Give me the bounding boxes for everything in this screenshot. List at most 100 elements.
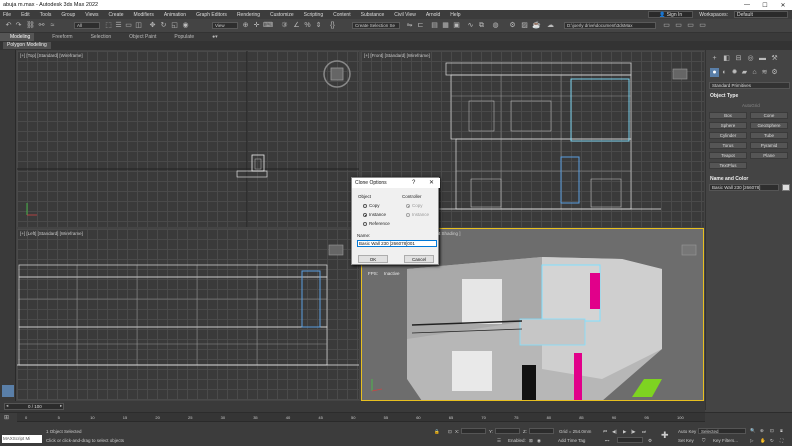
menu-views[interactable]: Views bbox=[85, 12, 98, 18]
selection-filter-dropdown[interactable]: All bbox=[74, 22, 100, 29]
x-coordinate-field[interactable] bbox=[461, 428, 486, 434]
object-color-swatch[interactable] bbox=[782, 184, 790, 191]
place-icon[interactable]: ◉ bbox=[181, 21, 190, 30]
select-object-icon[interactable]: ⬚ bbox=[104, 21, 113, 30]
instance-radio[interactable] bbox=[363, 213, 367, 217]
cone-button[interactable]: Cone bbox=[750, 112, 788, 119]
set-key-button[interactable]: Set Key bbox=[678, 438, 694, 443]
lock-selection-icon[interactable]: 🔒 bbox=[434, 429, 440, 435]
add-time-tag[interactable]: Add Time Tag bbox=[558, 438, 585, 443]
plane-button[interactable]: Plane bbox=[750, 152, 788, 159]
close-button[interactable]: ✕ bbox=[774, 2, 792, 9]
copy-radio[interactable] bbox=[363, 204, 367, 208]
go-to-end-icon[interactable]: ⏭ bbox=[642, 429, 646, 434]
menu-animation[interactable]: Animation bbox=[164, 12, 186, 18]
cylinder-button[interactable]: Cylinder bbox=[709, 132, 747, 139]
systems-icon[interactable]: ⚙ bbox=[770, 68, 779, 77]
mirror-icon[interactable]: ⇋ bbox=[405, 21, 414, 30]
set-key-plus-icon[interactable]: ✚ bbox=[661, 430, 669, 441]
viewport-label-top[interactable]: [+] [Top] [Standard] [Wireframe] bbox=[20, 53, 83, 58]
viewport-label-left[interactable]: [+] [Left] [Standard] [Wireframe] bbox=[20, 231, 83, 236]
maxscript-listener[interactable]: MAXScript Mi bbox=[2, 435, 42, 443]
menu-content[interactable]: Content bbox=[333, 12, 351, 18]
tab-populate[interactable]: Populate bbox=[174, 34, 194, 40]
redo-icon[interactable]: ↷ bbox=[14, 21, 23, 30]
rotate-icon[interactable]: ↻ bbox=[159, 21, 168, 30]
create-tab-icon[interactable]: + bbox=[710, 54, 719, 63]
menu-tools[interactable]: Tools bbox=[40, 12, 52, 18]
menu-substance[interactable]: Substance bbox=[361, 12, 385, 18]
name-color-rollout[interactable]: Name and Color bbox=[710, 176, 748, 182]
pyramid-button[interactable]: Pyramid bbox=[750, 142, 788, 149]
material-editor-icon[interactable]: ◍ bbox=[491, 21, 500, 30]
autogrid-checkbox[interactable]: AutoGrid bbox=[742, 103, 760, 108]
menu-file[interactable]: File bbox=[3, 12, 11, 18]
object-type-rollout[interactable]: Object Type bbox=[710, 93, 738, 99]
menu-customize[interactable]: Customize bbox=[270, 12, 294, 18]
menu-group[interactable]: Group bbox=[61, 12, 75, 18]
key-selection-dropdown[interactable]: Selected bbox=[698, 428, 746, 434]
viewport-label-perspective[interactable]: it Shading ] bbox=[438, 231, 461, 236]
adaptive-degradation-icon[interactable]: ☰ bbox=[497, 438, 501, 444]
reference-radio[interactable] bbox=[363, 222, 367, 226]
prev-key-icon[interactable]: ◀| bbox=[612, 429, 617, 435]
utilities-tab-icon[interactable]: ⚒ bbox=[770, 54, 779, 63]
layer-explorer-icon[interactable]: ▦ bbox=[441, 21, 450, 30]
zoom-all-icon[interactable]: ⊕ bbox=[760, 428, 764, 434]
object-name-field[interactable]: Basic Wall 230 [266078] bbox=[709, 184, 779, 191]
spinner-snap-icon[interactable]: ⇕ bbox=[314, 21, 323, 30]
menu-arnold[interactable]: Arnold bbox=[426, 12, 440, 18]
zoom-icon[interactable]: 🔍 bbox=[750, 428, 756, 434]
next-frame-icon[interactable]: ▸ bbox=[60, 403, 62, 409]
sphere-button[interactable]: Sphere bbox=[709, 122, 747, 129]
mini-curve-editor-icon[interactable]: ⊞ bbox=[4, 414, 9, 421]
edit-named-selection-icon[interactable]: {} bbox=[328, 21, 337, 30]
auto-key-button[interactable]: Auto Key bbox=[678, 429, 696, 434]
maximize-button[interactable]: ☐ bbox=[756, 2, 774, 9]
absolute-mode-icon[interactable]: ⊡ bbox=[448, 429, 452, 435]
play-icon[interactable]: ▶ bbox=[623, 429, 626, 435]
align-icon[interactable]: ⊏ bbox=[416, 21, 425, 30]
viewport-left[interactable]: [+] [Left] [Standard] [Wireframe] bbox=[17, 229, 359, 400]
viewport-label-front[interactable]: [+] [Front] [Standard] [Wireframe] bbox=[364, 53, 430, 58]
render-production-icon[interactable]: ☕ bbox=[532, 21, 541, 30]
percent-snap-icon[interactable]: % bbox=[303, 21, 312, 30]
orbit-icon[interactable]: ↻ bbox=[770, 438, 774, 444]
pivot-center-icon[interactable]: ⊕ bbox=[241, 21, 250, 30]
current-frame-field[interactable] bbox=[617, 437, 643, 443]
snaps-toggle-icon[interactable]: ③ bbox=[280, 21, 289, 30]
select-manipulate-icon[interactable]: ✛ bbox=[252, 21, 261, 30]
menu-create[interactable]: Create bbox=[109, 12, 124, 18]
time-config-icon[interactable]: ⚙ bbox=[648, 438, 652, 444]
key-filters-icon[interactable]: ⛉ bbox=[702, 438, 705, 443]
angle-snap-icon[interactable]: ∠ bbox=[292, 21, 301, 30]
lights-icon[interactable]: ✹ bbox=[730, 68, 739, 77]
ribbon-options-icon[interactable]: ●▾ bbox=[212, 34, 218, 40]
menu-civil-view[interactable]: Civil View bbox=[394, 12, 416, 18]
menu-help[interactable]: Help bbox=[450, 12, 460, 18]
modify-tab-icon[interactable]: ◧ bbox=[722, 54, 731, 63]
hierarchy-tab-icon[interactable]: ⊟ bbox=[734, 54, 743, 63]
rectangular-selection-icon[interactable]: ▭ bbox=[124, 21, 133, 30]
tab-object-paint[interactable]: Object Paint bbox=[129, 34, 156, 40]
curve-editor-icon[interactable]: ∿ bbox=[466, 21, 475, 30]
workspace-dropdown[interactable]: Default bbox=[734, 11, 788, 18]
shapes-icon[interactable]: ◐ bbox=[720, 68, 729, 77]
cancel-button[interactable]: Cancel bbox=[404, 255, 434, 263]
minimize-button[interactable]: — bbox=[738, 2, 756, 8]
move-icon[interactable]: ✥ bbox=[148, 21, 157, 30]
tab-freeform[interactable]: Freeform bbox=[52, 34, 72, 40]
next-key-icon[interactable]: |▶ bbox=[631, 429, 636, 435]
y-coordinate-field[interactable] bbox=[495, 428, 520, 434]
undo-icon[interactable]: ↶ bbox=[4, 21, 13, 30]
rendered-frame-window-icon[interactable]: ▨ bbox=[520, 21, 529, 30]
open-explorer-icon[interactable]: ▭ bbox=[674, 21, 683, 30]
z-coordinate-field[interactable] bbox=[529, 428, 554, 434]
window-crossing-icon[interactable]: ◫ bbox=[134, 21, 143, 30]
bind-space-warp-icon[interactable]: ≈ bbox=[48, 21, 57, 30]
viewport-top[interactable]: [+] [Top] [Standard] [Wireframe] bbox=[17, 51, 359, 227]
time-slider[interactable]: ◂ 0 / 100 ▸ bbox=[0, 401, 705, 412]
torus-button[interactable]: Torus bbox=[709, 142, 747, 149]
tube-button[interactable]: Tube bbox=[750, 132, 788, 139]
key-mode-icon[interactable]: ⊷ bbox=[605, 438, 610, 444]
